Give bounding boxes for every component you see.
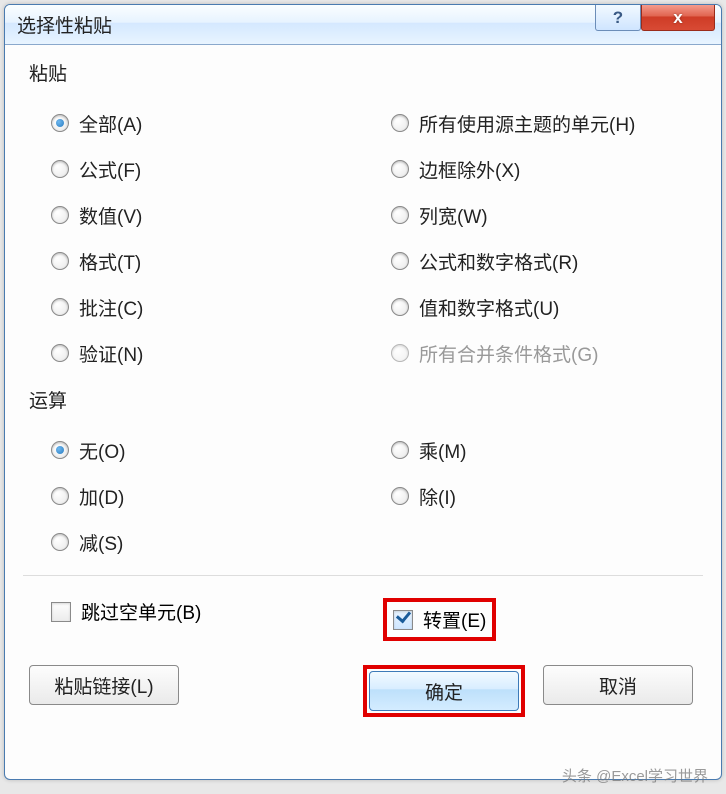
- radio-column-widths[interactable]: 列宽(W): [363, 192, 703, 238]
- ok-button[interactable]: 确定: [369, 671, 519, 711]
- radio-icon[interactable]: [51, 533, 69, 551]
- dialog-body: 粘贴 全部(A) 公式(F) 数值(V): [5, 45, 721, 735]
- close-button[interactable]: x: [641, 5, 715, 31]
- skip-blanks-row[interactable]: 跳过空单元(B): [23, 580, 363, 643]
- checkbox-icon[interactable]: [51, 602, 71, 622]
- radio-icon[interactable]: [51, 160, 69, 178]
- checkbox-label: 跳过空单元(B): [81, 598, 201, 625]
- radio-subtract[interactable]: 减(S): [23, 519, 363, 565]
- radio-label: 公式(F): [79, 156, 141, 183]
- radio-icon[interactable]: [391, 206, 409, 224]
- radio-icon[interactable]: [391, 441, 409, 459]
- checkbox-icon[interactable]: [393, 610, 413, 630]
- operation-col-left: 无(O) 加(D) 减(S): [23, 427, 363, 565]
- radio-label: 除(I): [419, 483, 456, 510]
- radio-none[interactable]: 无(O): [23, 427, 363, 473]
- operation-options: 无(O) 加(D) 减(S) 乘(M): [23, 427, 703, 565]
- radio-merge-conditional: 所有合并条件格式(G): [363, 330, 703, 376]
- radio-icon[interactable]: [51, 487, 69, 505]
- radio-label: 格式(T): [79, 248, 141, 275]
- radio-icon[interactable]: [51, 206, 69, 224]
- radio-label: 批注(C): [79, 294, 143, 321]
- radio-values-number-formats[interactable]: 值和数字格式(U): [363, 284, 703, 330]
- radio-label: 边框除外(X): [419, 156, 520, 183]
- paste-group: 粘贴 全部(A) 公式(F) 数值(V): [23, 59, 703, 376]
- watermark: 头条 @Excel学习世界: [562, 765, 708, 786]
- radio-icon[interactable]: [391, 160, 409, 178]
- radio-icon[interactable]: [391, 487, 409, 505]
- radio-label: 所有使用源主题的单元(H): [419, 110, 635, 137]
- button-row: 粘贴链接(L) 确定 取消: [23, 659, 703, 717]
- radio-divide[interactable]: 除(I): [363, 473, 703, 519]
- radio-label: 加(D): [79, 483, 124, 510]
- radio-formulas[interactable]: 公式(F): [23, 146, 363, 192]
- radio-all[interactable]: 全部(A): [23, 100, 363, 146]
- radio-multiply[interactable]: 乘(M): [363, 427, 703, 473]
- button-label: 取消: [599, 672, 637, 699]
- transpose-highlight: 转置(E): [383, 598, 496, 641]
- paste-col-right: 所有使用源主题的单元(H) 边框除外(X) 列宽(W) 公式和数字格式(R): [363, 100, 703, 376]
- radio-icon[interactable]: [391, 114, 409, 132]
- divider: [23, 575, 703, 576]
- help-button[interactable]: ?: [595, 5, 641, 31]
- cancel-button[interactable]: 取消: [543, 665, 693, 705]
- radio-label: 无(O): [79, 437, 125, 464]
- radio-icon[interactable]: [391, 298, 409, 316]
- paste-options: 全部(A) 公式(F) 数值(V) 格式(T): [23, 100, 703, 376]
- titlebar[interactable]: 选择性粘贴 ? x: [5, 5, 721, 45]
- radio-formats[interactable]: 格式(T): [23, 238, 363, 284]
- radio-label: 减(S): [79, 529, 123, 556]
- paste-col-left: 全部(A) 公式(F) 数值(V) 格式(T): [23, 100, 363, 376]
- radio-formulas-number-formats[interactable]: 公式和数字格式(R): [363, 238, 703, 284]
- radio-icon[interactable]: [51, 114, 69, 132]
- close-icon: x: [673, 8, 682, 28]
- checks-row: 跳过空单元(B) 转置(E): [23, 580, 703, 659]
- operation-group: 运算 无(O) 加(D) 减(S): [23, 386, 703, 565]
- radio-add[interactable]: 加(D): [23, 473, 363, 519]
- radio-icon[interactable]: [391, 252, 409, 270]
- checkbox-label: 转置(E): [423, 606, 486, 633]
- titlebar-buttons: ? x: [595, 5, 721, 31]
- ok-highlight: 确定: [363, 665, 525, 717]
- radio-label: 值和数字格式(U): [419, 294, 559, 321]
- paste-link-button[interactable]: 粘贴链接(L): [29, 665, 179, 705]
- radio-icon[interactable]: [51, 344, 69, 362]
- radio-source-theme[interactable]: 所有使用源主题的单元(H): [363, 100, 703, 146]
- radio-values[interactable]: 数值(V): [23, 192, 363, 238]
- radio-label: 列宽(W): [419, 202, 488, 229]
- radio-label: 乘(M): [419, 437, 466, 464]
- radio-label: 数值(V): [79, 202, 142, 229]
- button-label: 粘贴链接(L): [54, 672, 153, 699]
- paste-group-title: 粘贴: [23, 59, 703, 86]
- paste-special-dialog: 选择性粘贴 ? x 粘贴 全部(A) 公式(F): [4, 4, 722, 780]
- radio-label: 验证(N): [79, 340, 143, 367]
- radio-comments[interactable]: 批注(C): [23, 284, 363, 330]
- radio-icon[interactable]: [51, 298, 69, 316]
- radio-icon[interactable]: [51, 252, 69, 270]
- transpose-row[interactable]: 转置(E): [363, 580, 703, 659]
- radio-except-borders[interactable]: 边框除外(X): [363, 146, 703, 192]
- radio-label: 全部(A): [79, 110, 142, 137]
- dialog-title: 选择性粘贴: [17, 11, 112, 38]
- radio-icon[interactable]: [51, 441, 69, 459]
- radio-validation[interactable]: 验证(N): [23, 330, 363, 376]
- radio-icon: [391, 344, 409, 362]
- radio-label: 所有合并条件格式(G): [419, 340, 598, 367]
- operation-group-title: 运算: [23, 386, 703, 413]
- button-label: 确定: [425, 678, 463, 705]
- radio-label: 公式和数字格式(R): [419, 248, 578, 275]
- operation-col-right: 乘(M) 除(I): [363, 427, 703, 565]
